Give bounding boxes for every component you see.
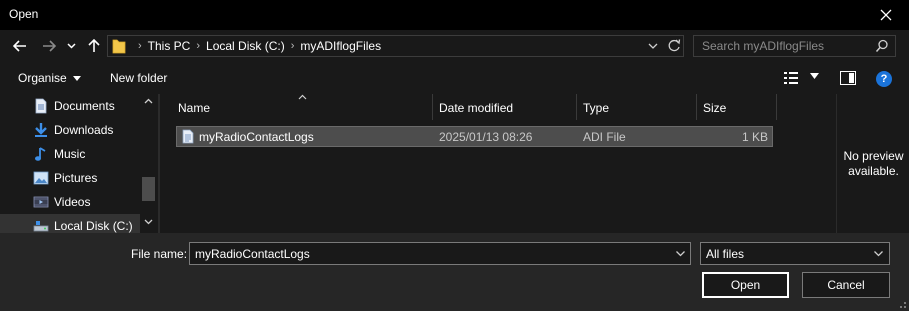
forward-arrow-icon <box>43 40 56 52</box>
no-preview-message: No preview available. <box>837 149 909 179</box>
view-dropdown-icon[interactable] <box>810 73 819 79</box>
file-type-select[interactable]: All files <box>700 242 890 265</box>
file-row[interactable]: myRadioContactLogs 2025/01/13 08:26 ADI … <box>176 126 773 147</box>
chevron-down-icon <box>874 251 883 257</box>
open-button[interactable]: Open <box>702 272 789 298</box>
videos-icon <box>33 196 49 208</box>
view-options-icon[interactable] <box>783 71 799 85</box>
file-size: 1 KB <box>741 130 768 144</box>
close-button[interactable] <box>863 0 909 30</box>
no-preview-line-2: available. <box>848 164 899 178</box>
dialog-footer: File name: myRadioContactLogs All files … <box>0 233 909 311</box>
file-type-value: All files <box>706 247 745 261</box>
back-arrow-icon <box>13 40 26 52</box>
preview-pane: No preview available. <box>836 94 909 233</box>
pictures-icon <box>33 171 49 185</box>
breadcrumb-local-disk[interactable]: Local Disk (C:) <box>206 39 285 53</box>
search-input[interactable]: Search myADIflogFiles <box>693 35 896 57</box>
sidebar-item-label: Local Disk (C:) <box>54 219 133 233</box>
help-button[interactable]: ? <box>876 71 892 87</box>
sidebar-item-documents[interactable]: Documents <box>0 94 140 118</box>
refresh-icon[interactable] <box>666 38 682 54</box>
search-placeholder: Search myADIflogFiles <box>702 39 825 53</box>
window-title: Open <box>9 7 39 21</box>
column-divider[interactable] <box>776 94 777 120</box>
scroll-thumb[interactable] <box>142 177 155 201</box>
column-divider[interactable] <box>576 94 577 120</box>
no-preview-line-1: No preview <box>843 149 904 163</box>
navigation-bar: › This PC › Local Disk (C:) › myADIflogF… <box>0 30 909 62</box>
preview-pane-icon[interactable] <box>840 71 856 85</box>
address-history-dropdown-icon[interactable] <box>646 39 660 53</box>
sidebar-item-videos[interactable]: Videos <box>0 190 140 214</box>
file-date-modified: 2025/01/13 08:26 <box>439 130 533 144</box>
command-toolbar: Organise New folder ? <box>0 62 909 94</box>
recent-locations-button[interactable] <box>63 36 79 56</box>
breadcrumb-separator: › <box>138 40 142 52</box>
organise-label: Organise <box>18 71 67 85</box>
chevron-down-icon[interactable] <box>675 248 686 259</box>
column-header-date-modified[interactable]: Date modified <box>439 101 513 115</box>
column-header-size[interactable]: Size <box>703 101 726 115</box>
navigation-pane: Documents Downloads Music Pictures Video… <box>0 94 158 233</box>
file-name: myRadioContactLogs <box>199 130 314 144</box>
file-type: ADI File <box>583 130 626 144</box>
documents-icon <box>35 98 47 114</box>
title-bar: Open <box>0 0 909 30</box>
up-arrow-icon <box>88 39 100 52</box>
breadcrumb-separator: › <box>196 40 201 52</box>
sort-ascending-icon <box>298 94 307 100</box>
search-icon <box>875 39 888 52</box>
navigation-scrollbar[interactable] <box>140 94 157 233</box>
breadcrumb-separator: › <box>290 40 295 52</box>
up-button[interactable] <box>83 36 105 56</box>
scroll-up-icon[interactable] <box>144 98 153 104</box>
sidebar-item-label: Downloads <box>54 123 114 137</box>
sidebar-item-label: Documents <box>54 99 115 113</box>
resize-grip-icon[interactable] <box>897 299 907 309</box>
file-list: Name Date modified Type Size myRadioCont… <box>160 94 836 233</box>
column-header-type[interactable]: Type <box>583 101 609 115</box>
new-folder-button[interactable]: New folder <box>110 71 167 85</box>
cancel-button[interactable]: Cancel <box>802 272 890 298</box>
caret-down-icon <box>73 76 82 82</box>
sidebar-item-local-disk[interactable]: Local Disk (C:) <box>0 214 140 233</box>
drive-icon <box>33 221 49 232</box>
sidebar-item-label: Pictures <box>54 171 98 185</box>
file-name-input[interactable]: myRadioContactLogs <box>189 242 691 265</box>
downloads-icon <box>35 123 47 137</box>
folder-icon <box>112 39 126 54</box>
text-file-icon <box>182 129 194 144</box>
column-divider[interactable] <box>696 94 697 120</box>
column-header-name[interactable]: Name <box>178 101 210 115</box>
chevron-down-icon <box>66 43 76 49</box>
file-name-label: File name: <box>131 247 188 261</box>
address-bar[interactable]: › This PC › Local Disk (C:) › myADIflogF… <box>107 35 684 57</box>
forward-button[interactable] <box>38 36 60 56</box>
sidebar-item-label: Music <box>54 147 86 161</box>
sidebar-item-downloads[interactable]: Downloads <box>0 118 140 142</box>
music-icon <box>35 147 46 161</box>
column-divider[interactable] <box>432 94 433 120</box>
back-button[interactable] <box>9 36 31 56</box>
scroll-down-icon[interactable] <box>144 219 153 225</box>
breadcrumb-current-folder[interactable]: myADIflogFiles <box>300 39 381 53</box>
organise-menu[interactable]: Organise <box>18 71 82 85</box>
close-icon <box>880 9 892 21</box>
file-name-value: myRadioContactLogs <box>195 247 310 261</box>
sidebar-item-pictures[interactable]: Pictures <box>0 166 140 190</box>
sidebar-item-music[interactable]: Music <box>0 142 140 166</box>
sidebar-item-label: Videos <box>54 195 91 209</box>
breadcrumb-this-pc[interactable]: This PC <box>148 39 191 53</box>
